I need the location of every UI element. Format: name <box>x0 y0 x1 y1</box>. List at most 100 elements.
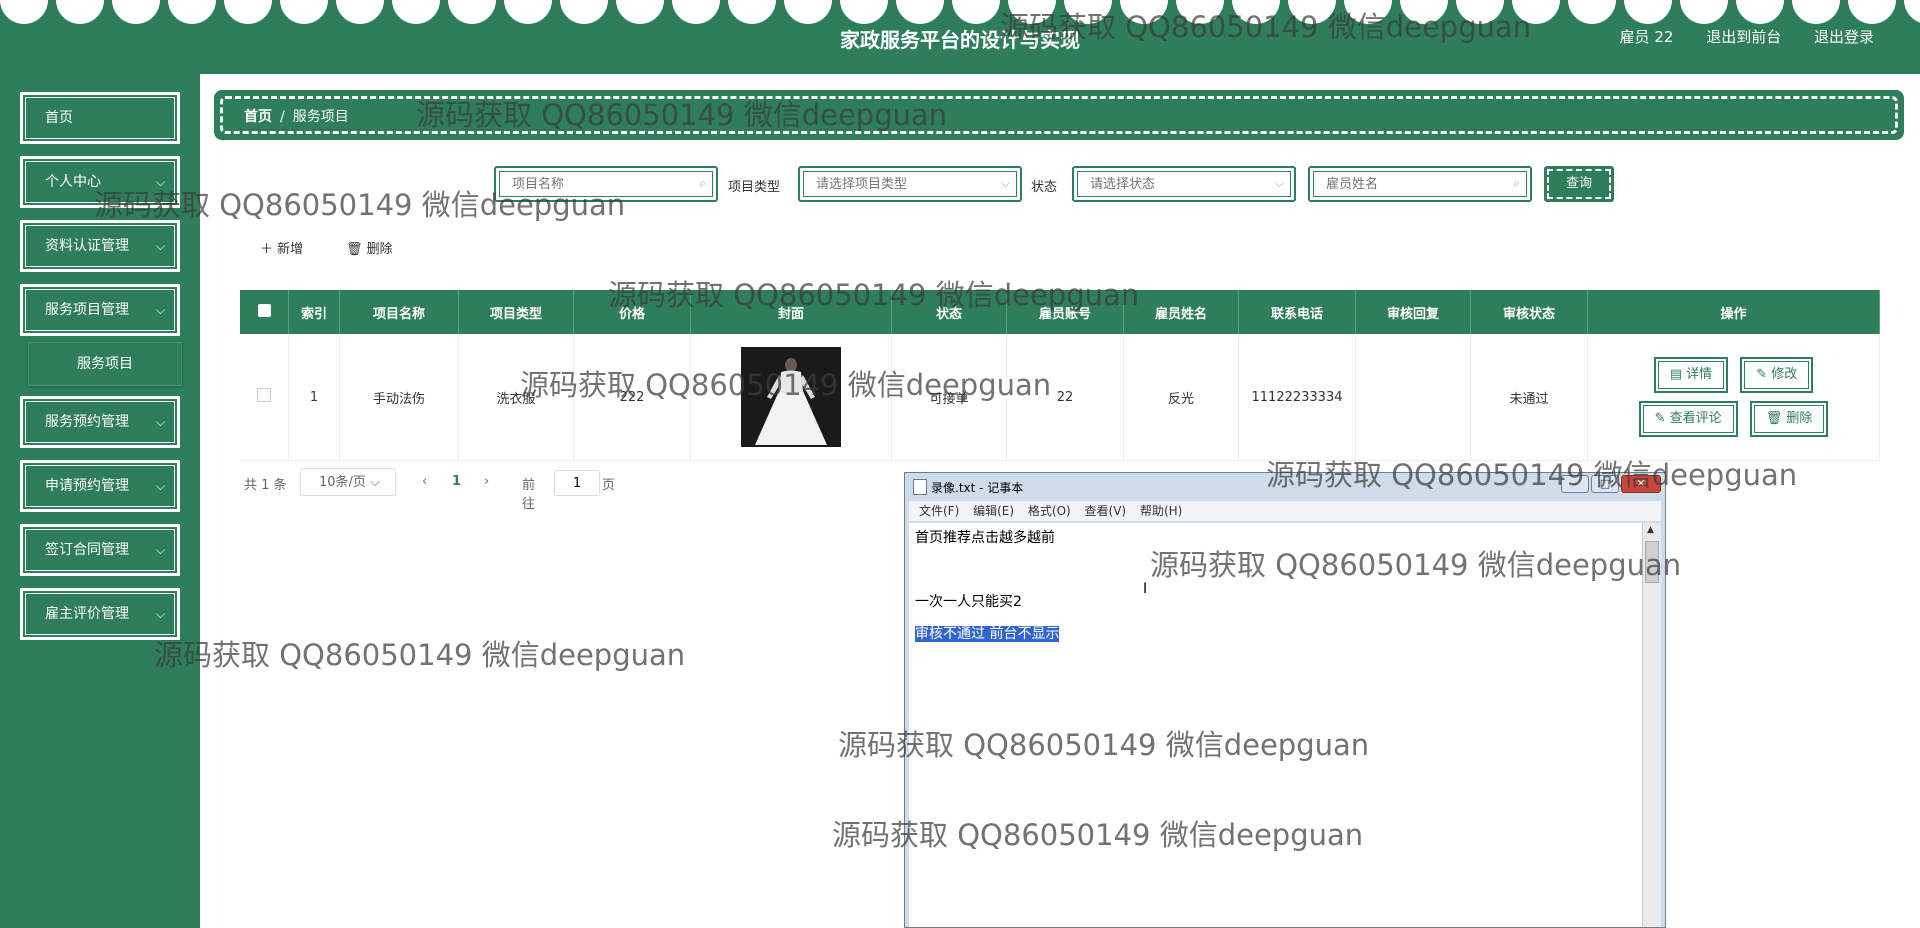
column-header: 封面 <box>690 290 892 334</box>
sidebar-item-service-item-management[interactable]: 服务项目管理 ⌵ <box>20 284 180 336</box>
menu-view[interactable]: 查看(V) <box>1085 504 1127 518</box>
edit-button-label: 修改 <box>1771 367 1798 382</box>
edit-button[interactable]: ✎ 修改 <box>1740 357 1814 393</box>
project-type-select[interactable]: ⌵ <box>798 166 1022 202</box>
delete-button-label: 删除 <box>366 242 393 257</box>
project-name-field[interactable]: ⌕ <box>494 166 718 202</box>
total-count: 共 1 条 <box>244 478 287 493</box>
next-page-button[interactable]: › <box>484 474 489 489</box>
menu-help[interactable]: 帮助(H) <box>1140 504 1182 518</box>
logout-link[interactable]: 退出登录 <box>1814 28 1874 46</box>
column-header: 操作 <box>1587 290 1880 334</box>
text-line: 一次一人只能买2 <box>915 594 1022 610</box>
menu-format[interactable]: 格式(O) <box>1028 504 1071 518</box>
top-header: 家政服务平台的设计与实现 雇员 22 退出到前台 退出登录 <box>0 0 1920 74</box>
sidebar-item-label: 服务项目管理 <box>45 302 129 318</box>
sidebar-item-credential-management[interactable]: 资料认证管理 ⌵ <box>20 220 180 272</box>
cell-audit-status: 未通过 <box>1470 334 1588 461</box>
scallop-decoration <box>0 0 1920 24</box>
cell-phone: 11122233334 <box>1238 334 1356 461</box>
plus-icon: ＋ <box>260 242 274 257</box>
query-button[interactable]: 查询 <box>1544 166 1614 202</box>
back-to-front-link[interactable]: 退出到前台 <box>1706 28 1781 46</box>
goto-label: 前往 <box>522 478 536 512</box>
menu-edit[interactable]: 编辑(E) <box>973 504 1014 518</box>
detail-button[interactable]: ▤ 详情 <box>1653 357 1729 393</box>
vertical-scrollbar[interactable]: ▲ <box>1642 523 1661 927</box>
detail-button-label: 详情 <box>1686 367 1713 382</box>
sidebar-item-employer-review-management[interactable]: 雇主评价管理 ⌵ <box>20 588 180 640</box>
notepad-text-area[interactable]: 首页推荐点击越多越前 一次一人只能买2 审核不通过 前台不显示 I <box>909 523 1643 927</box>
prev-page-button[interactable]: ‹ <box>422 474 427 489</box>
table-header-row: 索引 项目名称 项目类型 价格 封面 状态 雇员账号 雇员姓名 联系电话 审核回… <box>240 290 1880 334</box>
app-title: 家政服务平台的设计与实现 <box>840 28 1080 52</box>
text-cursor-icon: I <box>1143 581 1148 597</box>
breadcrumb: 首页 / 服务项目 <box>214 90 1904 140</box>
menu-file[interactable]: 文件(F) <box>919 504 959 518</box>
sidebar-item-label: 首页 <box>45 110 73 126</box>
cell-project-type: 洗衣服 <box>458 334 574 461</box>
minimize-icon[interactable]: – <box>1561 475 1589 493</box>
row-select-cell[interactable] <box>240 334 289 461</box>
maximize-icon[interactable]: □ <box>1591 475 1619 493</box>
breadcrumb-separator: / <box>280 109 285 125</box>
trash-icon: 🗑 <box>1765 411 1787 426</box>
column-header: 项目类型 <box>458 290 574 334</box>
status-input[interactable] <box>1088 176 1242 193</box>
column-header: 联系电话 <box>1238 290 1356 334</box>
select-all-checkbox[interactable] <box>257 303 271 317</box>
chevron-down-icon: ⌵ <box>155 415 165 429</box>
sidebar-item-contract-management[interactable]: 签订合同管理 ⌵ <box>20 524 180 576</box>
scrollbar-thumb[interactable] <box>1645 541 1659 583</box>
view-comments-button[interactable]: ✎ 查看评论 <box>1638 401 1738 437</box>
add-button[interactable]: ＋ 新增 <box>260 238 303 257</box>
sidebar-item-label: 申请预约管理 <box>45 478 129 494</box>
scroll-up-icon[interactable]: ▲ <box>1647 525 1654 535</box>
cell-operations: ▤ 详情 ✎ 修改 ✎ 查看评论 🗑 删除 <box>1587 334 1880 461</box>
cover-image[interactable] <box>741 347 841 447</box>
sidebar-subitem-service-items[interactable]: 服务项目 <box>28 342 182 386</box>
delete-row-label: 删除 <box>1786 411 1813 426</box>
search-icon: ⌕ <box>1513 176 1520 190</box>
status-label: 状态 <box>1031 180 1058 195</box>
chevron-down-icon: ⌵ <box>1274 176 1284 190</box>
cell-project-name: 手动法伤 <box>339 334 459 461</box>
chevron-down-icon: ⌵ <box>1000 176 1010 190</box>
watermark: 源码获取 QQ86050149 微信deepguan <box>154 638 686 672</box>
goto-page-input[interactable] <box>554 470 600 496</box>
row-checkbox[interactable] <box>257 388 271 402</box>
service-items-table: 索引 项目名称 项目类型 价格 封面 状态 雇员账号 雇员姓名 联系电话 审核回… <box>240 290 1880 461</box>
project-type-input[interactable] <box>814 176 968 193</box>
cell-employee-name: 反光 <box>1123 334 1239 461</box>
sidebar-item-label: 签订合同管理 <box>45 542 129 558</box>
sidebar-item-service-booking-management[interactable]: 服务预约管理 ⌵ <box>20 396 180 448</box>
sidebar-item-application-booking-management[interactable]: 申请预约管理 ⌵ <box>20 460 180 512</box>
table-row: 1 手动法伤 洗衣服 222 可接单 22 反光 11122233334 未通过… <box>240 334 1880 461</box>
wedding-dress-image <box>741 347 841 447</box>
column-header: 项目名称 <box>339 290 459 334</box>
chevron-down-icon: ⌵ <box>370 475 380 490</box>
notepad-window[interactable]: 录像.txt - 记事本 – □ ✕ 文件(F) 编辑(E) 格式(O) 查看(V)… <box>904 472 1666 928</box>
breadcrumb-home[interactable]: 首页 <box>244 109 272 125</box>
batch-delete-button[interactable]: 🗑 删除 <box>346 238 393 257</box>
page-size-select[interactable]: 10条/页 ⌵ <box>300 468 396 496</box>
delete-row-button[interactable]: 🗑 删除 <box>1749 401 1829 437</box>
employee-name-field[interactable]: ⌕ <box>1308 166 1532 202</box>
sidebar-item-label: 资料认证管理 <box>45 238 129 254</box>
chevron-down-icon: ⌵ <box>155 543 165 557</box>
close-icon[interactable]: ✕ <box>1621 475 1661 493</box>
column-header: 雇员账号 <box>1006 290 1124 334</box>
header-links: 雇员 22 退出到前台 退出登录 <box>1592 26 1874 47</box>
status-select[interactable]: ⌵ <box>1072 166 1296 202</box>
column-header: 审核回复 <box>1355 290 1471 334</box>
sidebar-item-home[interactable]: 首页 <box>20 92 180 144</box>
header-select-all[interactable] <box>240 290 289 334</box>
employee-name-input[interactable] <box>1324 176 1478 193</box>
cell-audit-reply <box>1355 334 1471 461</box>
current-page[interactable]: 1 <box>452 474 461 489</box>
project-name-input[interactable] <box>510 176 664 193</box>
selected-text-line: 审核不通过 前台不显示 <box>915 626 1060 642</box>
chevron-up-icon: ⌵ <box>155 303 165 317</box>
goto-suffix: 页 <box>602 478 616 493</box>
column-header: 索引 <box>288 290 340 334</box>
